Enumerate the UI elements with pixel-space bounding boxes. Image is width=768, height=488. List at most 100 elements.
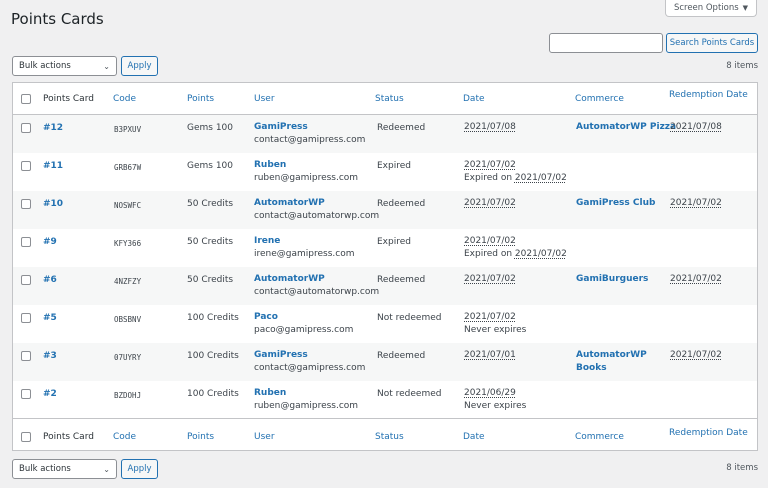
date-note-text: Expired on <box>464 249 515 259</box>
card-date: 2021/07/02 <box>464 274 516 284</box>
date-note-text: Never expires <box>464 325 527 335</box>
column-header-status[interactable]: Status <box>375 94 404 104</box>
card-id-link[interactable]: #11 <box>43 160 63 173</box>
redemption-date: 2021/07/02 <box>670 350 722 360</box>
row-checkbox[interactable] <box>21 313 31 323</box>
card-status: Redeemed <box>377 123 426 133</box>
card-date: 2021/06/29 <box>464 388 516 398</box>
screen-options-label: Screen Options <box>673 3 739 13</box>
column-header-code[interactable]: Code <box>113 94 136 104</box>
card-id-link[interactable]: #12 <box>43 122 63 135</box>
bulk-actions-select-bottom[interactable]: Bulk actions ⌄ <box>12 459 117 479</box>
column-footer-status[interactable]: Status <box>375 432 404 442</box>
column-footer-code[interactable]: Code <box>113 432 136 442</box>
page-title: Points Cards <box>11 10 104 28</box>
card-points: 100 Credits <box>187 351 239 361</box>
column-header-redemption-date[interactable]: Redemption Date <box>669 90 748 100</box>
card-code: B3PXUV <box>114 125 142 134</box>
column-footer-redemption-date[interactable]: Redemption Date <box>669 428 748 438</box>
card-date: 2021/07/02 <box>464 160 516 170</box>
user-name-link[interactable]: Irene <box>254 235 280 248</box>
user-name-link[interactable]: GamiPress <box>254 349 308 362</box>
row-checkbox[interactable] <box>21 389 31 399</box>
card-id-link[interactable]: #2 <box>43 388 57 401</box>
commerce-link[interactable]: GamiBurguers <box>576 273 648 286</box>
commerce-name-cont: Books <box>576 363 607 373</box>
column-footer-points[interactable]: Points <box>187 432 214 442</box>
item-count-bottom: 8 items <box>726 463 758 473</box>
column-header-points[interactable]: Points <box>187 94 214 104</box>
table-row: #11 GRB67W Gems 100 Ruben ruben@gamipress.co… <box>13 153 757 191</box>
user-email: contact@gamipress.com <box>254 135 366 145</box>
bulk-actions-value: Bulk actions <box>19 61 71 71</box>
expiry-date: 2021/07/02 <box>514 173 567 183</box>
date-note: Expired on 2021/07/02 <box>464 248 567 261</box>
card-status: Redeemed <box>377 275 426 285</box>
column-header-date[interactable]: Date <box>463 94 485 104</box>
select-all-checkbox[interactable] <box>21 94 31 104</box>
card-points: Gems 100 <box>187 123 234 133</box>
commerce-name: GamiPress Club <box>576 198 656 208</box>
search-input[interactable] <box>549 33 663 53</box>
card-code: OBSBNV <box>114 315 142 324</box>
redemption-date: 2021/07/02 <box>670 274 722 284</box>
user-name-link[interactable]: GamiPress <box>254 121 308 134</box>
commerce-link[interactable]: AutomatorWP Books <box>576 349 647 375</box>
card-id-link[interactable]: #6 <box>43 274 57 287</box>
row-checkbox[interactable] <box>21 199 31 209</box>
apply-button-bottom[interactable]: Apply <box>121 459 158 479</box>
row-checkbox[interactable] <box>21 275 31 285</box>
table-row: #3 07UYRY 100 Credits GamiPress contact@gami… <box>13 343 757 381</box>
card-date: 2021/07/02 <box>464 236 516 246</box>
table-row: #5 OBSBNV 100 Credits Paco paco@gamipress.co… <box>13 305 757 343</box>
date-note-text: Expired on <box>464 173 515 183</box>
screen-options-button[interactable]: Screen Options ▼ <box>665 0 757 17</box>
user-name-link[interactable]: Ruben <box>254 387 286 400</box>
card-id-link[interactable]: #3 <box>43 350 57 363</box>
card-id-link[interactable]: #9 <box>43 236 57 249</box>
card-id-link[interactable]: #5 <box>43 312 57 325</box>
apply-button[interactable]: Apply <box>121 56 158 76</box>
user-name-link[interactable]: Ruben <box>254 159 286 172</box>
caret-down-icon: ▼ <box>742 4 749 12</box>
bulk-actions-value-bottom: Bulk actions <box>19 464 71 474</box>
column-footer-date[interactable]: Date <box>463 432 485 442</box>
card-code: 07UYRY <box>114 353 142 362</box>
user-email: ruben@gamipress.com <box>254 401 359 411</box>
user-email: contact@automatorwp.com <box>254 287 380 297</box>
table-row: #9 KFY366 50 Credits Irene irene@gamipress.c… <box>13 229 757 267</box>
search-points-cards-button[interactable]: Search Points Cards <box>666 33 758 53</box>
card-date: 2021/07/02 <box>464 312 516 322</box>
column-header-commerce[interactable]: Commerce <box>575 94 624 104</box>
card-points: Gems 100 <box>187 161 234 171</box>
column-footer-commerce[interactable]: Commerce <box>575 432 624 442</box>
bulk-actions-select[interactable]: Bulk actions ⌄ <box>12 56 117 76</box>
card-id-link[interactable]: #10 <box>43 198 63 211</box>
card-points: 100 Credits <box>187 389 239 399</box>
user-name-link[interactable]: Paco <box>254 311 278 324</box>
chevron-down-icon: ⌄ <box>103 61 110 71</box>
table-row: #6 4NZFZY 50 Credits AutomatorWP contact@aut… <box>13 267 757 305</box>
redemption-date: 2021/07/02 <box>670 198 722 208</box>
commerce-name: AutomatorWP Pizza <box>576 122 677 132</box>
date-note: Never expires <box>464 324 526 337</box>
select-all-checkbox-footer[interactable] <box>21 432 31 442</box>
user-name-link[interactable]: AutomatorWP <box>254 197 325 210</box>
row-checkbox[interactable] <box>21 123 31 133</box>
user-name-link[interactable]: AutomatorWP <box>254 273 325 286</box>
card-status: Expired <box>377 161 411 171</box>
row-checkbox[interactable] <box>21 161 31 171</box>
column-header-user[interactable]: User <box>254 94 275 104</box>
commerce-link[interactable]: GamiPress Club <box>576 197 655 210</box>
row-checkbox[interactable] <box>21 351 31 361</box>
table-footer: Points Card Code Points User Status Date… <box>13 418 757 450</box>
user-email: contact@automatorwp.com <box>254 211 380 221</box>
row-checkbox[interactable] <box>21 237 31 247</box>
redemption-date: 2021/07/08 <box>670 122 722 132</box>
commerce-name: AutomatorWP <box>576 350 647 360</box>
commerce-link[interactable]: AutomatorWP Pizza <box>576 121 676 134</box>
commerce-name: GamiBurguers <box>576 274 649 284</box>
column-footer-user[interactable]: User <box>254 432 275 442</box>
user-email: irene@gamipress.com <box>254 249 355 259</box>
card-code: NOSWFC <box>114 201 142 210</box>
